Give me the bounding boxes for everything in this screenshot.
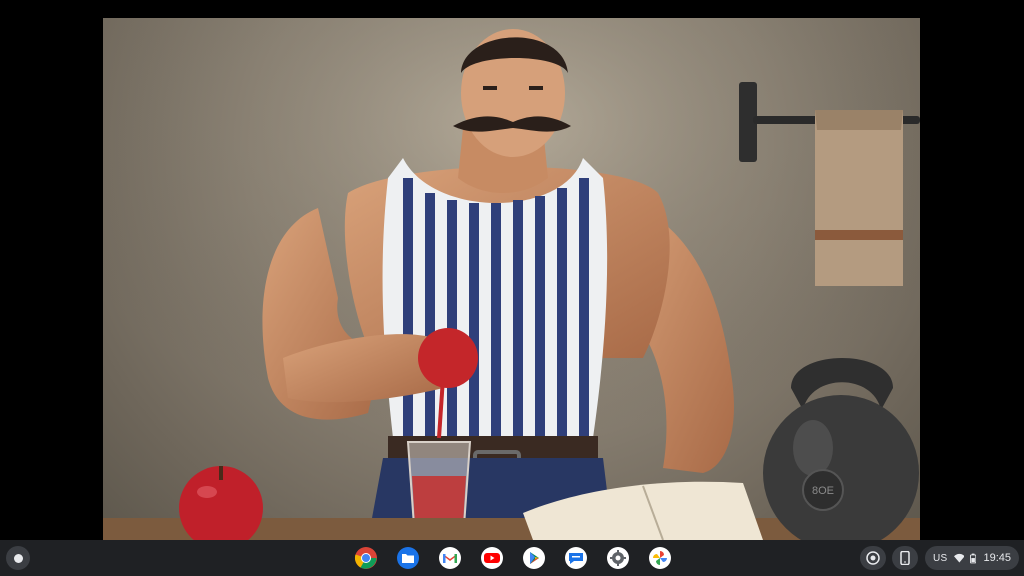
gmail-icon [439,547,461,569]
wifi-icon [953,553,965,563]
gmail-app-button[interactable] [436,544,464,572]
screen-capture-icon [866,551,880,565]
youtube-app-button[interactable] [478,544,506,572]
chrome-icon [354,547,377,569]
play-store-icon [523,547,545,569]
launcher-button[interactable] [6,546,30,570]
capture-mode-button[interactable] [860,546,886,570]
settings-gear-icon [607,547,629,569]
files-app-button[interactable] [394,544,422,572]
status-area-button[interactable]: US 19:45 [925,546,1019,570]
settings-app-button[interactable] [604,544,632,572]
wallpaper-illustration: 8OE [103,18,920,540]
photos-pinwheel-icon [649,547,671,569]
youtube-icon [481,547,503,569]
chrome-app-button[interactable] [352,544,380,572]
play-store-app-button[interactable] [520,544,548,572]
pinned-apps [352,544,674,572]
shelf: US 19:45 [0,540,1024,576]
tray-extras [860,546,918,570]
launcher-circle-icon [13,553,23,563]
phone-hub-button[interactable] [892,546,918,570]
files-icon [397,547,419,569]
desktop-screen: 8OE US 19:45 [0,0,1024,576]
messages-icon [565,547,587,569]
clock-time: 19:45 [983,552,1011,564]
phone-icon [900,551,910,565]
keyboard-layout-label: US [933,552,948,564]
messages-app-button[interactable] [562,544,590,572]
battery-icon [970,553,977,563]
wallpaper-image: 8OE [103,18,920,540]
kettlebell-label: 8OE [812,485,834,497]
photos-app-button[interactable] [646,544,674,572]
